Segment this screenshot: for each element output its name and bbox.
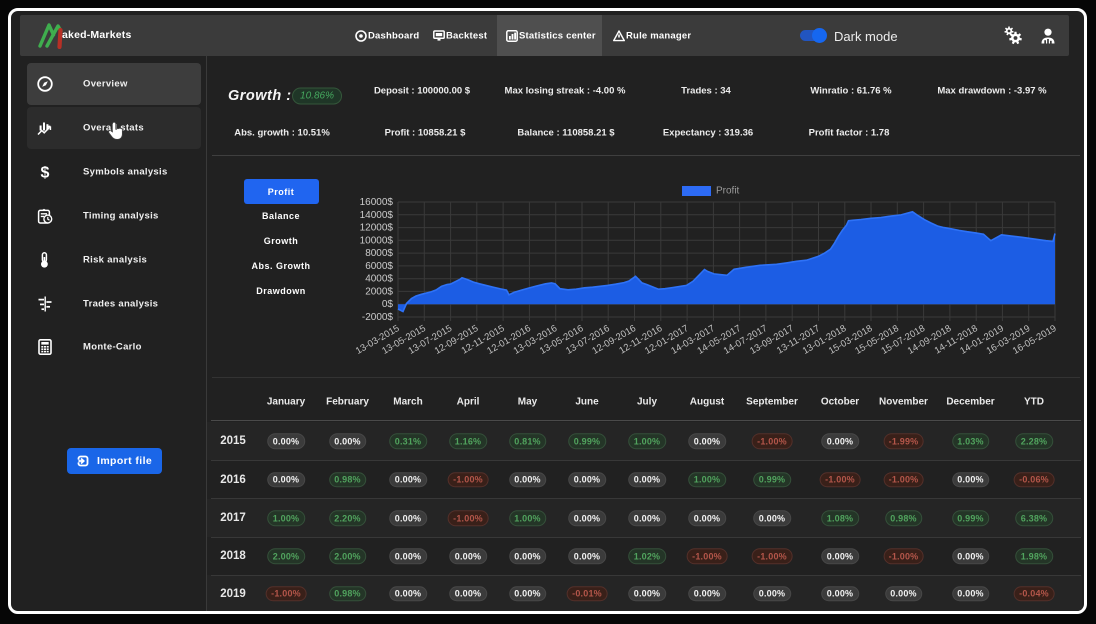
svg-text:10000$: 10000$: [360, 235, 394, 246]
svg-text:4000$: 4000$: [365, 274, 393, 285]
svg-text:0$: 0$: [382, 299, 394, 310]
svg-text:2000$: 2000$: [365, 286, 393, 297]
svg-text:6000$: 6000$: [365, 261, 393, 272]
svg-text:16000$: 16000$: [360, 197, 394, 208]
svg-text:8000$: 8000$: [365, 248, 393, 259]
svg-text:14000$: 14000$: [360, 210, 394, 221]
svg-text:12000$: 12000$: [360, 223, 394, 234]
svg-text:-2000$: -2000$: [362, 312, 394, 323]
